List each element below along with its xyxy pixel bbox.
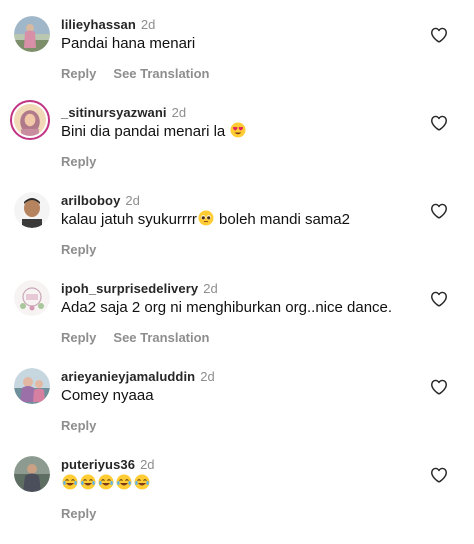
reply-button[interactable]: Reply (61, 66, 96, 81)
joy-emoji (62, 474, 78, 490)
heart-outline-icon (430, 115, 447, 131)
comment-item: _sitinursyazwani 2d Bini dia pandai menar… (0, 100, 474, 192)
timestamp: 2d (140, 457, 155, 472)
comment-item: ipoh_surprisedelivery 2d Ada2 saja 2 org … (0, 280, 474, 368)
comment-meta: arieyanieyjamaluddin 2d (61, 368, 215, 386)
profile-photo-icon (14, 16, 50, 52)
comment-meta: puteriyus36 2d (61, 456, 155, 474)
pleading-face-emoji (198, 210, 214, 226)
comment-text: Comey nyaaa (61, 387, 154, 404)
username[interactable]: puteriyus36 (61, 457, 135, 472)
reply-button[interactable]: Reply (61, 242, 96, 257)
username[interactable]: arieyanieyjamaluddin (61, 369, 195, 384)
reply-button[interactable]: Reply (61, 154, 96, 169)
avatar[interactable] (14, 280, 50, 316)
comment-text (61, 474, 151, 494)
heart-outline-icon (430, 467, 447, 483)
reply-button[interactable]: Reply (61, 506, 96, 521)
heart-outline-icon (430, 27, 447, 43)
avatar[interactable] (14, 368, 50, 404)
username[interactable]: lilieyhassan (61, 17, 136, 32)
comment-actions: Reply See Translation (61, 330, 210, 345)
comment-item: arieyanieyjamaluddin 2d Comey nyaaa Reply (0, 368, 474, 456)
like-button[interactable] (430, 467, 448, 483)
comment-text: Bini dia pandai menari la (61, 122, 247, 142)
comment-item: puteriyus36 2d Reply (0, 456, 474, 544)
timestamp: 2d (125, 193, 140, 208)
comment-actions: Reply (61, 154, 96, 169)
comment-text: Ada2 saja 2 org ni menghiburkan org..nic… (61, 299, 393, 316)
see-translation-button[interactable]: See Translation (113, 66, 209, 81)
profile-photo-icon (14, 280, 50, 316)
comment-actions: Reply (61, 242, 96, 257)
comment-meta: _sitinursyazwani 2d (61, 104, 186, 122)
like-button[interactable] (430, 203, 448, 219)
username[interactable]: ipoh_surprisedelivery (61, 281, 198, 296)
comment-item: arilboboy 2d kalau jatuh syukurrrr boleh … (0, 192, 474, 280)
joy-emoji (116, 474, 132, 490)
joy-emoji (134, 474, 150, 490)
username[interactable]: arilboboy (61, 193, 120, 208)
timestamp: 2d (171, 105, 187, 120)
comment-text: Pandai hana menari (61, 35, 196, 52)
comment-text-before: kalau jatuh syukurrrr (61, 211, 197, 228)
like-button[interactable] (430, 27, 448, 43)
comment-meta: lilieyhassan 2d (61, 16, 155, 34)
profile-photo-icon (14, 456, 50, 492)
heart-eyes-emoji (230, 122, 246, 138)
timestamp: 2d (200, 369, 215, 384)
joy-emoji (98, 474, 114, 490)
profile-photo-icon (14, 368, 50, 404)
heart-outline-icon (430, 379, 447, 395)
joy-emoji (80, 474, 96, 490)
timestamp: 2d (140, 17, 156, 32)
like-button[interactable] (430, 115, 448, 131)
comment-meta: arilboboy 2d (61, 192, 140, 210)
avatar[interactable] (14, 16, 50, 52)
reply-button[interactable]: Reply (61, 418, 96, 433)
see-translation-button[interactable]: See Translation (113, 330, 209, 345)
avatar[interactable] (10, 100, 50, 140)
profile-photo-icon (14, 192, 50, 228)
avatar[interactable] (14, 192, 50, 228)
comment-actions: Reply (61, 506, 96, 521)
like-button[interactable] (430, 379, 448, 395)
profile-photo-icon (14, 104, 46, 136)
comment-item: lilieyhassan 2d Pandai hana menari Reply S… (0, 16, 474, 104)
comment-text: kalau jatuh syukurrrr boleh mandi sama2 (61, 210, 350, 230)
comment-actions: Reply See Translation (61, 66, 210, 81)
heart-outline-icon (430, 203, 447, 219)
username[interactable]: _sitinursyazwani (61, 105, 167, 120)
comment-meta: ipoh_surprisedelivery 2d (61, 280, 218, 298)
heart-outline-icon (430, 291, 447, 307)
comment-text-content: Bini dia pandai menari la (61, 123, 226, 140)
reply-button[interactable]: Reply (61, 330, 96, 345)
timestamp: 2d (203, 281, 218, 296)
avatar[interactable] (14, 456, 50, 492)
comment-text-after: boleh mandi sama2 (214, 211, 350, 228)
like-button[interactable] (430, 291, 448, 307)
comment-actions: Reply (61, 418, 96, 433)
